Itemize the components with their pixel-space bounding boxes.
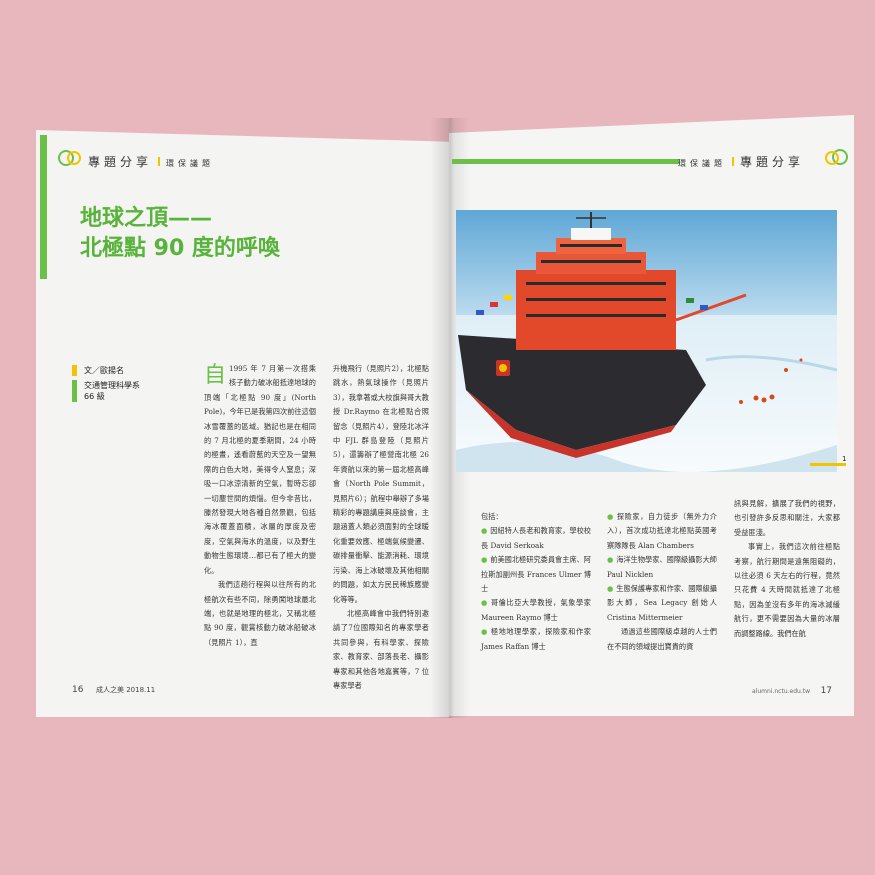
right-column-1: 包括： ● 因紐特人長老和教育家，學校校長 David Serkoak ● 前美國北… bbox=[481, 510, 591, 654]
byline-author: 文／歐揚名 bbox=[84, 366, 124, 375]
byline-bar-green bbox=[72, 380, 77, 402]
icebreaker-photo bbox=[456, 210, 837, 472]
list-item: ● 生態保護專家和作家、國際級攝影大師，Sea Legacy 創始人 Cristi… bbox=[607, 584, 717, 622]
right-section-subtitle: 環保議題 bbox=[678, 159, 726, 168]
left-folio: 16 成人之美 2018.11 bbox=[72, 685, 155, 695]
list-item: ● 海洋生物學家、國際級攝影大師 Paul Nicklen bbox=[607, 555, 717, 579]
right-header: 環保議題 專題分享 bbox=[678, 151, 804, 170]
page-number-left: 16 bbox=[72, 685, 84, 695]
bullet-icon: ● bbox=[607, 512, 614, 521]
list-item: ● 前美國北極研究委員會主席、阿拉斯加副州長 Frances Ulmer 博士 bbox=[481, 555, 591, 594]
bullet-icon: ● bbox=[481, 598, 488, 608]
right-section-title: 專題分享 bbox=[740, 155, 805, 169]
right-header-line bbox=[452, 159, 680, 164]
bullet-icon: ● bbox=[607, 584, 614, 594]
body-paragraph-2: 我們這趟行程與以往所有的北極航次有些不同，除勇闖地球最北端，也就是地理的極北，又… bbox=[204, 580, 316, 647]
body-paragraph-4: 北極高峰會中我們特別邀請了7位國際知名的專家學者共同參與，有科學家、探險家、教育… bbox=[333, 608, 429, 690]
section-title: 專題分享 bbox=[88, 155, 153, 169]
website: alumni.nctu.edu.tw bbox=[752, 688, 811, 695]
right-column-3: 訊與見解，擴展了我們的視野，也引發許多反思和關注，大家都受益匪淺。 事實上，我們… bbox=[734, 497, 840, 641]
dropcap: 自 bbox=[204, 363, 227, 388]
body-paragraph-1: 1995 年 7 月第一次搭乘核子動力破冰船抵達地球的頂端「北極點 90 度」(… bbox=[204, 364, 316, 575]
title-line-1: 地球之頂—— bbox=[80, 206, 213, 231]
magazine-issue: 成人之美 2018.11 bbox=[96, 686, 156, 694]
photo-number: 1 bbox=[842, 455, 847, 463]
byline-class: 66 級 bbox=[84, 392, 105, 401]
photo-number-bar bbox=[810, 463, 846, 466]
list-item: ● 探險家，自力徒步（無外力介入），首次成功抵達北極點英國考察隊隊長 Alan C… bbox=[607, 512, 717, 550]
list-item: ● 極地地理學家，探險家和作家 James Raffan 博士 bbox=[481, 627, 591, 651]
title-line-2: 北極點 90 度的呼喚 bbox=[80, 236, 280, 261]
body-paragraph: 訊與見解，擴展了我們的視野，也引發許多反思和關注，大家都受益匪淺。 bbox=[734, 499, 840, 537]
byline-bar-yellow bbox=[72, 365, 77, 376]
body-paragraph: 事實上，我們這次前往極點考察，航行期間是遠無阻礙的，以往必須 6 天左右的行程，… bbox=[734, 542, 840, 638]
left-header: 專題分享 環保議題 bbox=[88, 151, 214, 170]
right-folio: alumni.nctu.edu.tw 17 bbox=[752, 686, 832, 696]
bullet-icon: ● bbox=[481, 526, 488, 536]
list-item: ● 哥倫比亞大學教授，氣象學家 Maureen Raymo 博士 bbox=[481, 598, 591, 622]
section-subtitle: 環保議題 bbox=[166, 159, 215, 168]
page-number-right: 17 bbox=[820, 686, 833, 696]
header-separator bbox=[732, 157, 734, 166]
bullet-icon: ● bbox=[481, 627, 488, 637]
left-column-2: 升機飛行（見照片2），北極點跳水，熱氣球操作（見照片3），我拿著或大校旗與哥大教… bbox=[333, 362, 429, 693]
body-paragraph: 通過這些國際級卓越的人士們在不同的領域提出寶貴的資 bbox=[607, 627, 717, 651]
byline: 文／歐揚名 交通管理科學系 66 級 bbox=[72, 365, 140, 402]
right-column-2: ● 探險家，自力徒步（無外力介入），首次成功抵達北極點英國考察隊隊長 Alan C… bbox=[607, 510, 717, 654]
icebreaker-ship-image bbox=[456, 210, 837, 472]
left-vertical-accent-bar bbox=[40, 135, 47, 279]
list-intro: 包括： bbox=[481, 512, 503, 521]
body-paragraph-3: 升機飛行（見照片2），北極點跳水，熱氣球操作（見照片3），我拿著或大校旗與哥大教… bbox=[333, 364, 429, 604]
bullet-icon: ● bbox=[607, 555, 614, 565]
byline-department: 交通管理科學系 bbox=[84, 381, 140, 390]
list-item: ● 因紐特人長老和教育家，學校校長 David Serkoak bbox=[481, 526, 591, 550]
left-column-1: 自 1995 年 7 月第一次搭乘核子動力破冰船抵達地球的頂端「北極點 90 度」… bbox=[204, 362, 316, 650]
article-title: 地球之頂—— 北極點 90 度的呼喚 bbox=[80, 204, 280, 264]
header-separator bbox=[158, 157, 161, 166]
bullet-icon: ● bbox=[481, 555, 488, 565]
